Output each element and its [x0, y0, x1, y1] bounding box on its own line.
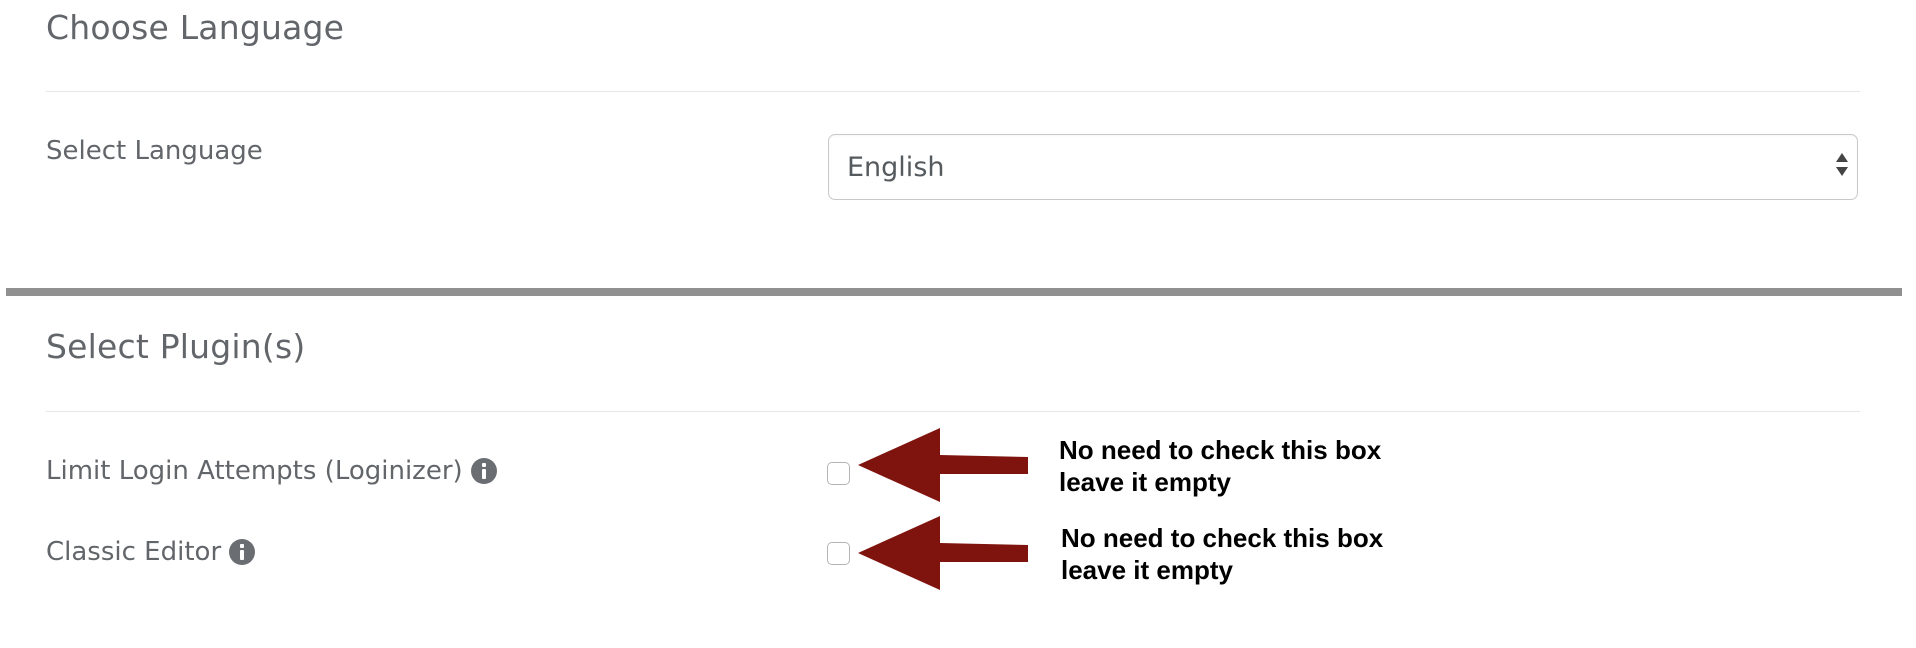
- annotation-line-2: leave it empty: [1061, 555, 1233, 585]
- section-divider: [46, 411, 1860, 412]
- select-plugins-heading: Select Plugin(s): [46, 327, 306, 366]
- plugin-label-loginizer: Limit Login Attempts (Loginizer): [46, 456, 463, 486]
- annotation-arrow-shape: [858, 428, 1028, 502]
- annotation-arrow-icon: [858, 428, 1028, 502]
- loginizer-annotation: No need to check this box leave it empty: [1059, 434, 1381, 498]
- annotation-arrow-icon: [858, 516, 1028, 590]
- section-divider: [46, 91, 1860, 92]
- classic-editor-annotation: No need to check this box leave it empty: [1061, 522, 1383, 586]
- plugin-label-classic-editor: Classic Editor: [46, 537, 222, 567]
- annotation-line-2: leave it empty: [1059, 467, 1231, 497]
- annotation-arrow-shape: [858, 516, 1028, 590]
- annotation-line-1: No need to check this box: [1059, 435, 1382, 465]
- info-circle-icon[interactable]: [229, 539, 256, 565]
- select-language-label: Select Language: [46, 136, 263, 166]
- annotation-line-1: No need to check this box: [1061, 523, 1384, 553]
- select-language-label-text: Select Language: [46, 136, 263, 166]
- section-separator: [6, 288, 1902, 296]
- plugin-row-classic-editor-label: Classic Editor: [46, 537, 256, 567]
- select-arrows-icon: [1835, 153, 1849, 183]
- language-select-value: English: [847, 151, 945, 183]
- choose-language-heading: Choose Language: [46, 8, 345, 47]
- classic-editor-checkbox[interactable]: [827, 542, 850, 565]
- plugin-row-loginizer-label: Limit Login Attempts (Loginizer): [46, 456, 497, 486]
- info-circle-icon[interactable]: [470, 458, 497, 484]
- language-select[interactable]: English: [828, 134, 1858, 200]
- loginizer-checkbox[interactable]: [827, 462, 850, 485]
